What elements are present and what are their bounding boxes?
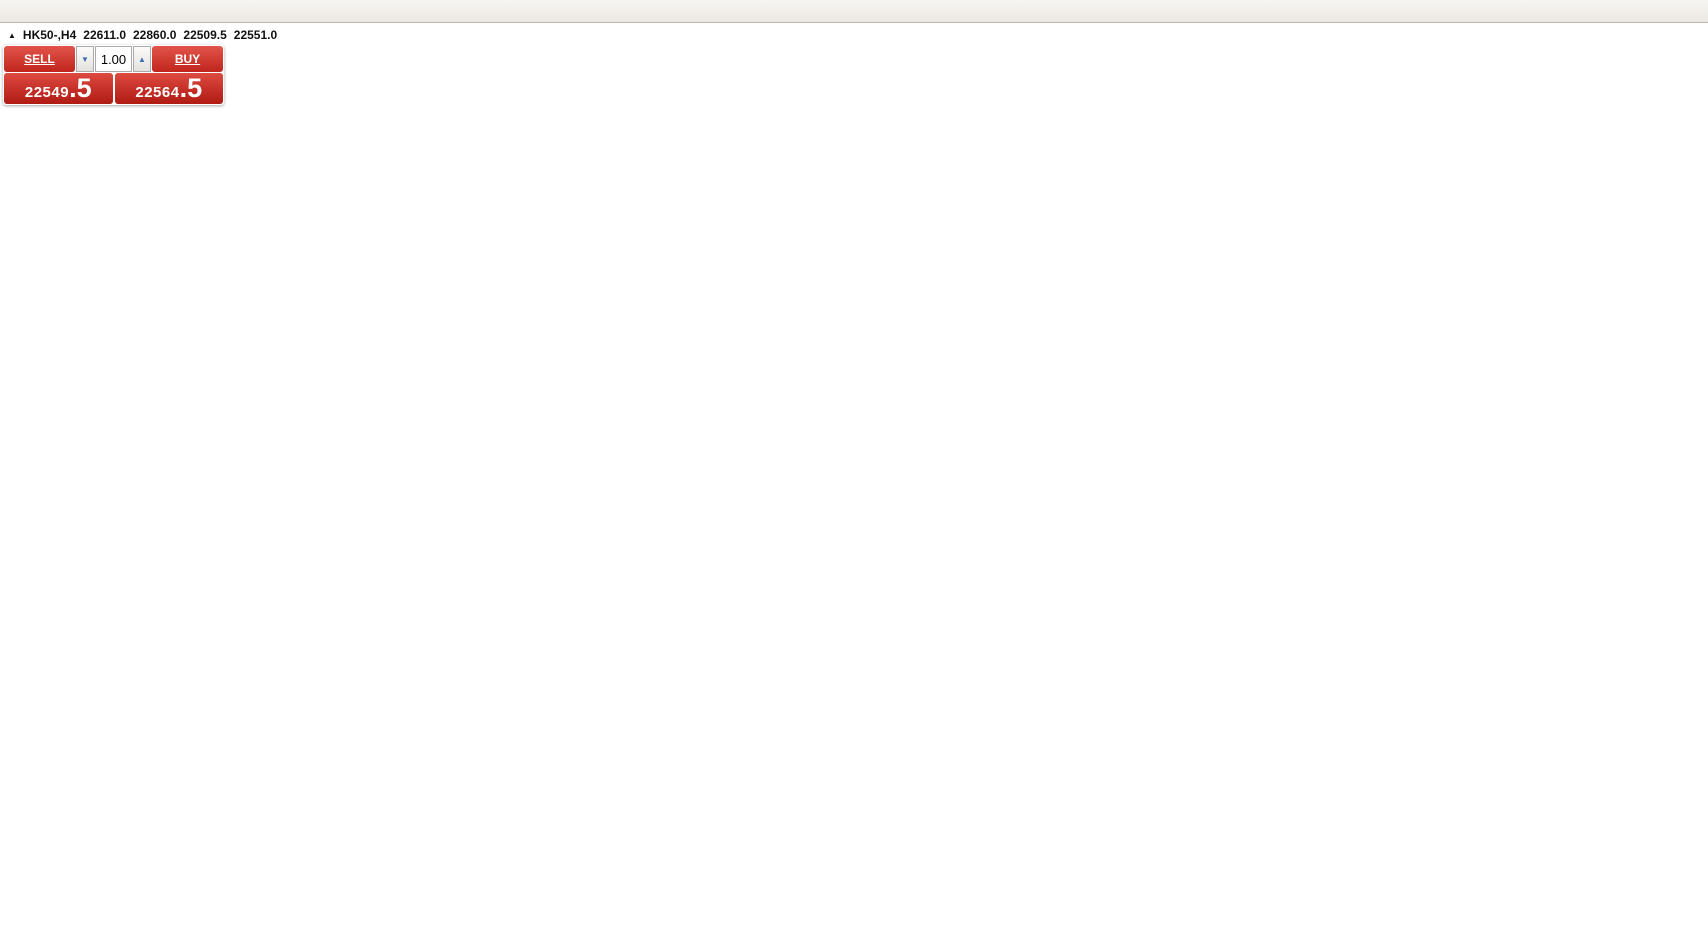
ohlc-close: 22551.0: [234, 28, 277, 42]
buy-price-int: 22564: [135, 84, 179, 101]
one-click-trading-panel: SELL ▼ 1.00 ▲ BUY 22549.5 22564.5: [3, 45, 224, 105]
buy-price-frac: .5: [180, 75, 203, 101]
ohlc-open: 22611.0: [83, 28, 126, 42]
collapse-triangle-icon[interactable]: ▲: [8, 31, 16, 40]
volume-increase-button[interactable]: ▲: [133, 46, 151, 72]
mt4-terminal: ▲ HK50-,H4 22611.0 22860.0 22509.5 22551…: [0, 0, 1708, 949]
chart-title: ▲ HK50-,H4 22611.0 22860.0 22509.5 22551…: [8, 28, 277, 42]
ohlc-low: 22509.5: [183, 28, 226, 42]
buy-price[interactable]: 22564.5: [115, 73, 224, 104]
main-toolbar: [0, 0, 1708, 23]
volume-decrease-button[interactable]: ▼: [76, 46, 94, 72]
chart-symbol-period: HK50-,H4: [23, 28, 76, 42]
volume-input[interactable]: 1.00: [95, 46, 132, 72]
ohlc-high: 22860.0: [133, 28, 176, 42]
chart-labels-overlay: [0, 0, 1708, 949]
buy-button[interactable]: BUY: [152, 46, 223, 72]
sell-price-frac: .5: [69, 75, 92, 101]
sell-button[interactable]: SELL: [4, 46, 75, 72]
sell-price[interactable]: 22549.5: [4, 73, 113, 104]
sell-price-int: 22549: [25, 84, 69, 101]
